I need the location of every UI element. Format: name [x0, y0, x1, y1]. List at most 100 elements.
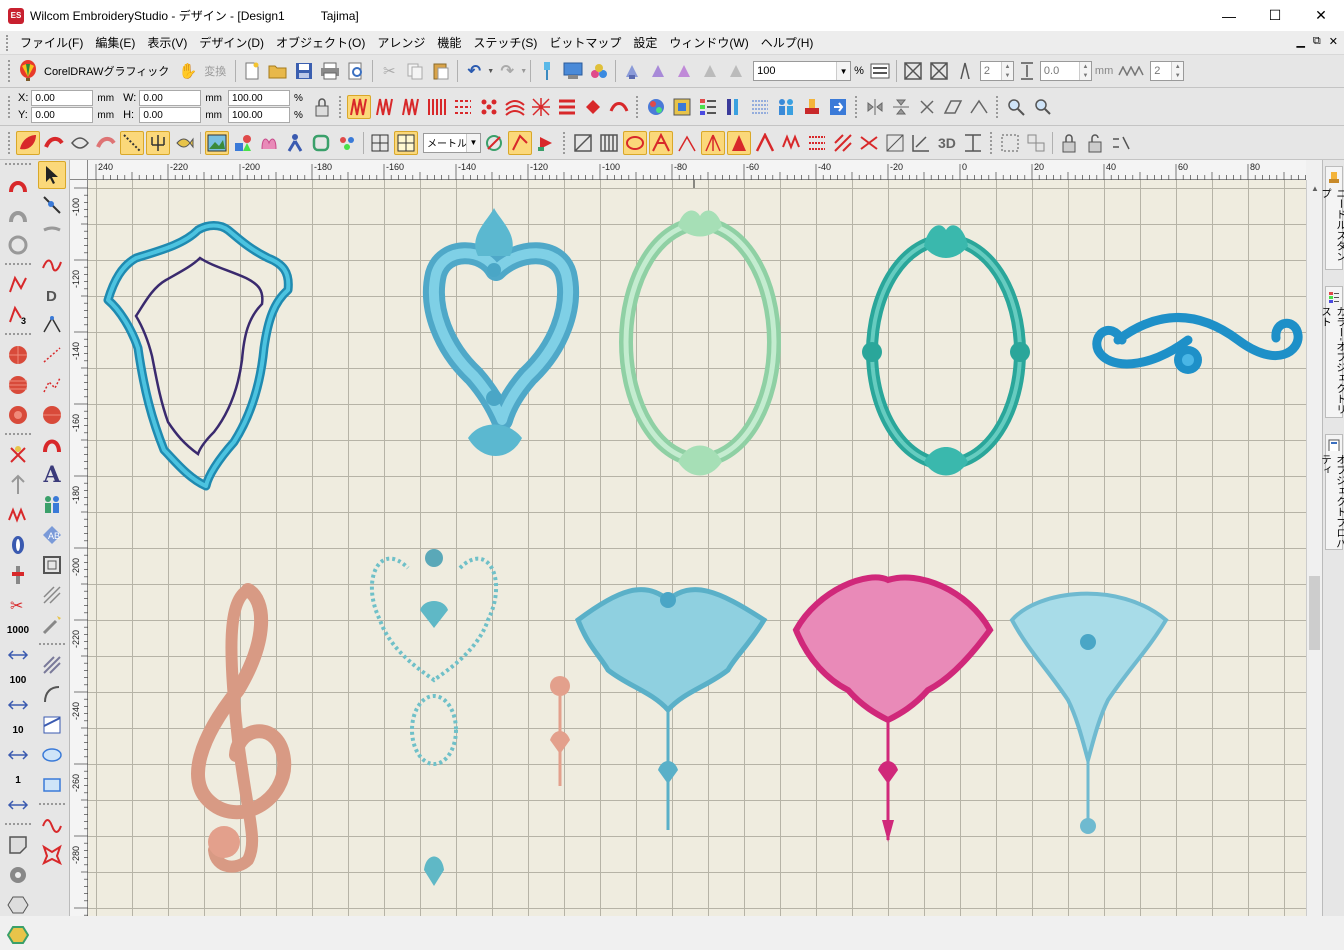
- density-icon[interactable]: [597, 131, 621, 155]
- doc-minimize-button[interactable]: ▁: [1296, 35, 1304, 48]
- select-arrow-icon[interactable]: [38, 161, 66, 189]
- menu-settings[interactable]: 設定: [627, 34, 663, 51]
- rectangle-icon[interactable]: [38, 771, 66, 799]
- fill-ball-stripe-icon[interactable]: [4, 371, 32, 399]
- fork-icon[interactable]: [146, 130, 170, 155]
- scale-width-field[interactable]: 100.00: [228, 90, 290, 106]
- team-names-icon[interactable]: [335, 131, 359, 155]
- undo-icon[interactable]: ↶: [462, 59, 486, 83]
- minimize-button[interactable]: —: [1206, 0, 1252, 31]
- people-icon[interactable]: [774, 95, 798, 119]
- offset-spin[interactable]: 0.0 ▲ ▼: [1039, 61, 1092, 81]
- convert-label[interactable]: 変換: [204, 63, 226, 79]
- stitch-list-icon[interactable]: [748, 95, 772, 119]
- toolbar-grip[interactable]: [563, 131, 566, 154]
- thread-color-icon[interactable]: [535, 59, 559, 83]
- background-color-icon[interactable]: [670, 95, 694, 119]
- zoom-options-icon[interactable]: [868, 59, 892, 83]
- figure-icon[interactable]: [283, 131, 307, 155]
- copy-icon[interactable]: [403, 59, 427, 83]
- toolbar-grip[interactable]: [995, 95, 999, 118]
- toolbar-grip[interactable]: [989, 131, 993, 154]
- team-icon[interactable]: [38, 491, 66, 519]
- sequin-icon[interactable]: [4, 531, 32, 559]
- thread-chart-icon[interactable]: [722, 95, 746, 119]
- menu-arrange[interactable]: アレンジ: [371, 34, 431, 51]
- wave-run-icon[interactable]: [38, 811, 66, 839]
- density-spin-arrows-icon[interactable]: ▲ ▼: [1000, 62, 1013, 80]
- menu-stitch[interactable]: ステッチ(S): [467, 34, 543, 51]
- skew-icon[interactable]: [941, 95, 965, 119]
- dotted-line-icon[interactable]: [120, 130, 144, 155]
- outline-offset-icon[interactable]: [571, 131, 595, 155]
- spacing-icon[interactable]: [953, 59, 977, 83]
- fancy-fill-icon[interactable]: [555, 95, 579, 119]
- picture-icon[interactable]: [205, 130, 229, 155]
- travel-arrows-100-icon[interactable]: [4, 691, 32, 719]
- digitize-d-icon[interactable]: D: [38, 281, 66, 309]
- 3d-effect-button[interactable]: 3D: [938, 135, 956, 151]
- travel-arrows-1-icon[interactable]: [4, 791, 32, 819]
- stitch-player-icon[interactable]: [620, 59, 644, 83]
- stamp-icon[interactable]: [800, 95, 824, 119]
- needle-stamp-tab[interactable]: ニードルスタンプ: [1320, 166, 1344, 270]
- toolbar-grip[interactable]: [8, 60, 11, 82]
- convert-hand-icon[interactable]: ✋: [176, 59, 200, 83]
- open-folder-icon[interactable]: [266, 59, 290, 83]
- repeat-spin-arrows-icon[interactable]: ▲ ▼: [1171, 62, 1184, 80]
- tie-off-icon[interactable]: [727, 130, 751, 155]
- density-spin[interactable]: 2 ▲ ▼: [979, 61, 1014, 81]
- fish-icon[interactable]: [172, 131, 196, 155]
- shapes-icon[interactable]: [231, 131, 255, 155]
- repeat-spin[interactable]: 2 ▲ ▼: [1150, 61, 1185, 81]
- connector-icon[interactable]: [508, 130, 532, 155]
- hoop-icon[interactable]: [927, 59, 951, 83]
- color-stitch-icon[interactable]: [805, 131, 829, 155]
- border-icon[interactable]: [309, 131, 333, 155]
- edge-icon[interactable]: [909, 131, 933, 155]
- travel-back-icon[interactable]: [698, 59, 722, 83]
- toolbar-grip[interactable]: [8, 95, 11, 118]
- coreldraw-graphics-label[interactable]: CorelDRAWグラフィック: [44, 63, 169, 79]
- diagonal-lines-icon[interactable]: [38, 581, 66, 609]
- layout-icon[interactable]: [38, 711, 66, 739]
- scale-height-field[interactable]: 100.00: [228, 107, 290, 123]
- fill-ball-icon[interactable]: [4, 341, 32, 369]
- wave-line-icon[interactable]: [38, 251, 66, 279]
- line-node-icon[interactable]: [38, 341, 66, 369]
- monogram-icon[interactable]: [257, 131, 281, 155]
- menu-object[interactable]: オブジェクト(O): [270, 34, 371, 51]
- color-palette-icon[interactable]: [587, 59, 611, 83]
- toolbar-grip[interactable]: [8, 131, 11, 154]
- group-icon[interactable]: [998, 131, 1022, 155]
- mirror-horizontal-icon[interactable]: [863, 95, 887, 119]
- x-field[interactable]: 0.00: [31, 90, 94, 106]
- bead-icon[interactable]: [4, 561, 32, 589]
- menu-edit[interactable]: 編集(E): [89, 34, 141, 51]
- zoom-combo[interactable]: 100 ▼: [753, 61, 852, 81]
- proportional-lock-icon[interactable]: [310, 95, 334, 119]
- align-icon[interactable]: [967, 95, 991, 119]
- diagonal-fill-icon[interactable]: [38, 651, 66, 679]
- travel-icon[interactable]: [672, 59, 696, 83]
- redo-icon[interactable]: ↷: [495, 59, 519, 83]
- knife-icon[interactable]: [38, 221, 66, 249]
- doc-restore-button[interactable]: ⧉: [1313, 35, 1321, 48]
- underlay-icon[interactable]: [961, 131, 985, 155]
- beaded-heart-pendant-design[interactable]: [370, 549, 498, 886]
- auto-split-icon[interactable]: [649, 130, 673, 155]
- eye-shape-icon[interactable]: [68, 131, 92, 155]
- ribbon-shape-icon[interactable]: [94, 131, 118, 155]
- jump-icon[interactable]: [779, 131, 803, 155]
- travel-arrows-10-icon[interactable]: [4, 741, 32, 769]
- menu-bitmap[interactable]: ビットマップ: [543, 34, 627, 51]
- motif-fill-icon[interactable]: [581, 95, 605, 119]
- magic-wand-icon[interactable]: [38, 611, 66, 639]
- method-dropdown-icon[interactable]: ▼: [466, 133, 480, 152]
- satin-stitch-icon[interactable]: [346, 94, 371, 119]
- fan-pendant-design[interactable]: [1009, 591, 1169, 834]
- object-properties-tab[interactable]: オブジェクトプロパティ: [1320, 434, 1344, 550]
- heart-frame-design[interactable]: [422, 208, 580, 456]
- background-image-icon[interactable]: [561, 59, 585, 83]
- scissors-icon[interactable]: ✂: [4, 591, 32, 619]
